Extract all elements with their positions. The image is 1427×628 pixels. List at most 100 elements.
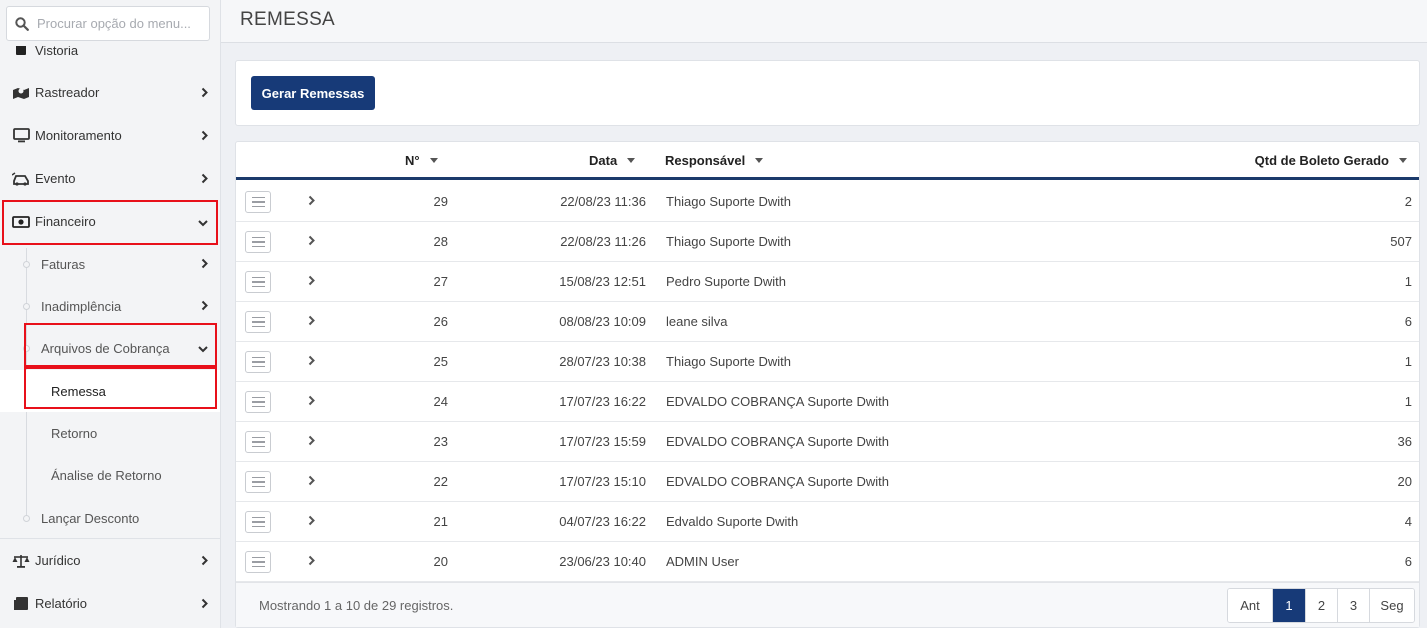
generate-remessas-button[interactable]: Gerar Remessas	[251, 76, 375, 110]
table-row: 23 17/07/23 15:59 EDVALDO COBRANÇA Suporte…	[236, 422, 1419, 462]
menu-line	[251, 361, 265, 363]
menu-line	[251, 276, 265, 279]
sidebar-item-label: Financeiro	[35, 214, 96, 229]
column-responsible[interactable]: Responsável	[665, 153, 764, 168]
sidebar-item-label: Retorno	[51, 425, 98, 441]
cell-number: 20	[433, 554, 448, 569]
sidebar-item-label: Remessa	[51, 383, 106, 399]
row-menu-button[interactable]	[245, 391, 271, 413]
table-row: 21 04/07/23 16:22 Edvaldo Suporte Dwith 4	[236, 502, 1419, 542]
sidebar-item-label: Lançar Desconto	[41, 510, 140, 526]
cell-responsible: EDVALDO COBRANÇA Suporte Dwith	[666, 474, 889, 489]
sidebar-item-juridico[interactable]: Jurídico	[0, 539, 220, 582]
sidebar-item-financeiro[interactable]: Financeiro	[0, 200, 220, 243]
sort-desc-icon	[1399, 158, 1407, 163]
menu-line	[251, 356, 265, 359]
sidebar-item-evento[interactable]: Evento	[0, 157, 220, 200]
cell-responsible: Thiago Suporte Dwith	[666, 194, 792, 209]
menu-line	[251, 556, 265, 559]
cell-date: 08/08/23 10:09	[559, 314, 646, 329]
row-menu-button[interactable]	[245, 311, 271, 333]
sidebar-item-label: Rastreador	[35, 85, 100, 100]
row-menu-button[interactable]	[245, 351, 271, 373]
expand-row-icon[interactable]	[308, 314, 315, 329]
sidebar-item-lancar-desconto[interactable]: Lançar Desconto	[0, 497, 220, 539]
row-menu-button[interactable]	[245, 231, 271, 253]
sidebar-item-retorno[interactable]: Retorno	[0, 412, 220, 454]
sidebar-item-monitoramento[interactable]: Monitoramento	[0, 114, 220, 157]
expand-row-icon[interactable]	[308, 434, 315, 449]
cell-date: 17/07/23 16:22	[559, 394, 646, 409]
menu-line	[251, 196, 265, 199]
column-count[interactable]: Qtd de Boleto Gerado	[1255, 153, 1407, 168]
table-row: 22 17/07/23 15:10 EDVALDO COBRANÇA Suporte…	[236, 462, 1419, 502]
row-menu-button[interactable]	[245, 551, 271, 573]
sidebar-item-faturas[interactable]: Faturas	[0, 243, 220, 285]
menu-line	[251, 205, 265, 208]
sidebar-item-label: Monitoramento	[35, 128, 122, 143]
pagination-prev[interactable]: Ant	[1228, 589, 1272, 622]
sidebar: Vistoria Rastreador Monitoramento Evento	[0, 0, 221, 628]
cell-number: 26	[433, 314, 448, 329]
sidebar-item-inadimplencia[interactable]: Inadimplência	[0, 285, 220, 327]
column-number[interactable]: N°	[405, 153, 438, 168]
cell-count: 20	[1397, 474, 1412, 489]
pagination-page-1[interactable]: 1	[1272, 589, 1305, 622]
cell-date: 22/08/23 11:36	[560, 194, 646, 209]
cell-count: 2	[1404, 194, 1412, 209]
pagination-page-3[interactable]: 3	[1337, 589, 1369, 622]
table-row: 29 22/08/23 11:36 Thiago Suporte Dwith 2	[236, 182, 1419, 222]
records-info: Mostrando 1 a 10 de 29 registros.	[259, 598, 454, 613]
expand-row-icon[interactable]	[308, 394, 315, 409]
search-input[interactable]	[37, 16, 202, 31]
expand-row-icon[interactable]	[308, 234, 315, 249]
row-menu-button[interactable]	[245, 271, 271, 293]
pagination: Ant 1 2 3 Seg	[1227, 588, 1415, 623]
money-bill-icon	[12, 214, 30, 230]
cell-responsible: Thiago Suporte Dwith	[666, 354, 792, 369]
toolbar-card	[235, 60, 1420, 126]
chevron-right-icon	[201, 257, 208, 272]
row-menu-button[interactable]	[245, 511, 271, 533]
menu-search-front[interactable]	[6, 6, 210, 41]
cell-count: 1	[1404, 274, 1412, 289]
cell-responsible: leane silva	[666, 314, 728, 329]
menu-line	[251, 396, 265, 399]
expand-row-icon[interactable]	[308, 554, 315, 569]
expand-row-icon[interactable]	[308, 514, 315, 529]
row-menu-button[interactable]	[245, 191, 271, 213]
balance-scale-icon	[12, 553, 30, 569]
menu-line	[251, 365, 265, 368]
cell-number: 29	[433, 194, 448, 209]
sidebar-item-rastreador[interactable]: Rastreador	[0, 71, 220, 114]
sidebar-item-remessa[interactable]: Remessa	[0, 370, 220, 412]
cell-responsible: EDVALDO COBRANÇA Suporte Dwith	[666, 434, 889, 449]
cell-date: 28/07/23 10:38	[559, 354, 646, 369]
menu-line	[251, 325, 265, 328]
tree-dot	[23, 303, 30, 310]
pagination-next[interactable]: Seg	[1369, 589, 1414, 622]
sidebar-item-relatorio[interactable]: Relatório	[0, 582, 220, 625]
cell-number: 27	[433, 274, 448, 289]
sidebar-item-arquivos-de-cobranca[interactable]: Arquivos de Cobrança	[0, 327, 220, 369]
sidebar-item-label: Faturas	[41, 256, 86, 272]
cell-date: 17/07/23 15:59	[559, 434, 646, 449]
sidebar-item-label: Inadimplência	[41, 298, 122, 314]
tree-dot	[23, 345, 30, 352]
row-menu-button[interactable]	[245, 471, 271, 493]
menu-line	[251, 565, 265, 568]
column-date[interactable]: Data	[589, 153, 636, 168]
menu-line	[251, 281, 265, 283]
expand-row-icon[interactable]	[308, 354, 315, 369]
row-menu-button[interactable]	[245, 431, 271, 453]
cell-number: 28	[433, 234, 448, 249]
expand-row-icon[interactable]	[308, 274, 315, 289]
cell-responsible: Thiago Suporte Dwith	[666, 234, 792, 249]
expand-row-icon[interactable]	[308, 194, 315, 209]
pagination-page-2[interactable]: 2	[1305, 589, 1337, 622]
cell-count: 6	[1404, 554, 1412, 569]
cell-number: 24	[433, 394, 448, 409]
expand-row-icon[interactable]	[308, 474, 315, 489]
sidebar-item-label: Relatório	[35, 596, 88, 611]
sidebar-item-analise-de-retorno[interactable]: Ánalise de Retorno	[0, 454, 220, 496]
